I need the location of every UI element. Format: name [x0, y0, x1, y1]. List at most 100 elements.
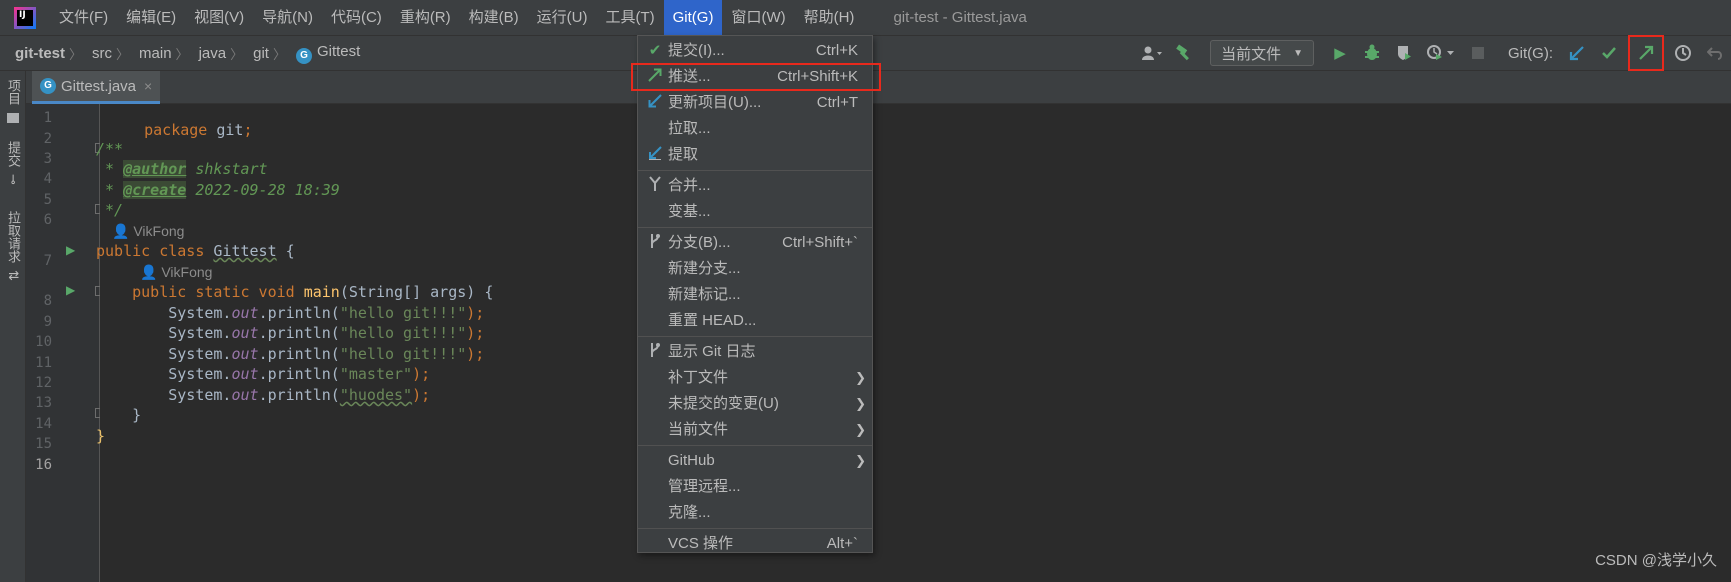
git-push-icon[interactable] — [1628, 35, 1664, 71]
menu-item-label: 更新项目(U)... — [668, 94, 762, 111]
menu-item-rebase[interactable]: 变基... — [638, 199, 872, 225]
main-menu-bar: IJ 文件(F) 编辑(E) 视图(V) 导航(N) 代码(C) 重构(R) 构… — [0, 0, 1731, 35]
line-number: 6 — [43, 212, 52, 228]
menu-separator — [638, 336, 872, 337]
menu-item-label: 提取 — [668, 146, 699, 163]
menu-code[interactable]: 代码(C) — [322, 0, 391, 35]
menu-git[interactable]: Git(G) — [663, 0, 723, 35]
menu-item-manage-remotes[interactable]: 管理远程... — [638, 474, 872, 500]
author-inlay-hint[interactable]: 👤 VikFong — [112, 220, 184, 242]
menu-item-shortcut: Ctrl+Shift+` — [782, 234, 858, 251]
run-class-gutter-icon[interactable]: ▶ — [66, 239, 75, 261]
code-text: System. — [96, 386, 232, 404]
rollback-icon[interactable] — [1702, 40, 1728, 66]
git-update-icon[interactable] — [1564, 40, 1590, 66]
menu-item-show-git-log[interactable]: 显示 Git 日志 — [638, 339, 872, 365]
breadcrumb-main[interactable]: main — [129, 45, 176, 62]
run-configuration-select[interactable]: 当前文件 ▼ — [1210, 40, 1314, 66]
profile-icon[interactable] — [1423, 40, 1459, 66]
folder-icon — [7, 112, 19, 123]
menu-item-push[interactable]: 推送... Ctrl+Shift+K — [631, 63, 881, 91]
code-line-3: /** — [96, 138, 123, 160]
build-hammer-icon[interactable] — [1171, 40, 1197, 66]
doc-comment: /** — [96, 140, 124, 158]
menu-item-label: 克隆... — [668, 504, 711, 521]
run-icon[interactable]: ▶ — [1327, 40, 1353, 66]
tab-label: Gittest.java — [61, 77, 137, 95]
commit-tool-label: 提交 — [6, 140, 21, 167]
menu-window[interactable]: 窗口(W) — [722, 0, 794, 35]
breadcrumb-file[interactable]: G Gittest — [286, 43, 364, 64]
menu-view[interactable]: 视图(V) — [185, 0, 253, 35]
menu-item-github[interactable]: GitHub ❯ — [638, 448, 872, 474]
menu-build[interactable]: 构建(B) — [460, 0, 528, 35]
menu-refactor[interactable]: 重构(R) — [391, 0, 460, 35]
menu-item-pull[interactable]: 拉取... — [638, 116, 872, 142]
fetch-icon — [647, 142, 663, 168]
doc-comment: shkstart — [186, 160, 268, 178]
menu-navigate[interactable]: 导航(N) — [253, 0, 322, 35]
history-icon[interactable] — [1670, 40, 1696, 66]
breadcrumb-project[interactable]: git-test — [0, 45, 69, 62]
project-tool-button[interactable]: 项目 — [0, 75, 26, 127]
code-line-6: */ — [96, 199, 123, 221]
menu-item-merge[interactable]: 合并... — [638, 173, 872, 199]
breadcrumb-separator-icon: 〉 — [116, 46, 130, 62]
menu-item-label: 变基... — [668, 203, 711, 220]
breadcrumb-separator-icon: 〉 — [175, 46, 189, 62]
menu-item-label: 分支(B)... — [668, 234, 731, 251]
brace: } — [96, 427, 106, 445]
line-number: 14 — [35, 416, 52, 432]
menu-run[interactable]: 运行(U) — [528, 0, 597, 35]
string-literal: "hello git!!!" — [339, 324, 467, 342]
debug-icon[interactable] — [1359, 40, 1385, 66]
code-text: ); — [466, 345, 485, 363]
menu-tools[interactable]: 工具(T) — [596, 0, 663, 35]
pull-requests-tool-button[interactable]: 拉取请求 ⇅ — [0, 201, 26, 291]
menu-item-update-project[interactable]: 更新项目(U)... Ctrl+T — [638, 90, 872, 116]
code-text: .println( — [258, 365, 340, 383]
menu-item-fetch[interactable]: 提取 — [638, 142, 872, 168]
code-line-11: System.out.println("hello git!!!"); — [96, 343, 484, 365]
code-editor[interactable]: package git; /** * @author shkstart * @c… — [96, 104, 1731, 582]
menu-file[interactable]: 文件(F) — [50, 0, 117, 35]
code-line-5: * @create 2022-09-28 18:39 — [96, 179, 340, 201]
menu-item-clone[interactable]: 克隆... — [638, 500, 872, 526]
run-configuration-label: 当前文件 — [1221, 45, 1282, 63]
menu-item-current-file[interactable]: 当前文件 ❯ — [638, 417, 872, 443]
code-line-10: System.out.println("hello git!!!"); — [96, 322, 484, 344]
breadcrumb-src[interactable]: src — [82, 45, 116, 62]
coverage-icon[interactable] — [1391, 40, 1417, 66]
menu-item-vcs-operations[interactable]: VCS 操作 Alt+` — [638, 531, 872, 557]
package-name: git — [207, 121, 244, 139]
field: out — [231, 386, 259, 404]
chevron-right-icon: ❯ — [855, 396, 866, 411]
menu-item-reset-head[interactable]: 重置 HEAD... — [638, 308, 872, 334]
menu-item-commit[interactable]: ✔ 提交(I)... Ctrl+K — [638, 38, 872, 64]
breadcrumb-separator-icon: 〉 — [272, 46, 286, 62]
author-icon: 👤 — [140, 264, 162, 280]
run-main-gutter-icon[interactable]: ▶ — [66, 279, 75, 301]
doc-comment: * — [96, 181, 124, 199]
breadcrumb-java[interactable]: java — [189, 45, 231, 62]
stop-icon[interactable] — [1465, 40, 1491, 66]
menu-help[interactable]: 帮助(H) — [795, 0, 864, 35]
doc-comment: 2022-09-28 18:39 — [186, 181, 340, 199]
menu-edit[interactable]: 编辑(E) — [117, 0, 185, 35]
user-icon[interactable] — [1139, 40, 1165, 66]
menu-item-new-tag[interactable]: 新建标记... — [638, 282, 872, 308]
code-text: System. — [96, 324, 232, 342]
author-icon: 👤 — [112, 223, 134, 239]
breadcrumb-file-label: Gittest — [316, 42, 361, 60]
commit-tool-button[interactable]: 提交 ⊸ — [0, 137, 26, 189]
menu-item-shortcut: Ctrl+Shift+K — [777, 68, 858, 85]
menu-item-new-branch[interactable]: 新建分支... — [638, 256, 872, 282]
close-icon[interactable]: × — [144, 78, 152, 94]
menu-item-uncommitted-changes[interactable]: 未提交的变更(U) ❯ — [638, 391, 872, 417]
pull-request-icon: ⇅ — [6, 270, 21, 282]
menu-item-branches[interactable]: 分支(B)... Ctrl+Shift+` — [638, 230, 872, 256]
menu-item-patch[interactable]: 补丁文件 ❯ — [638, 365, 872, 391]
git-commit-icon[interactable] — [1596, 40, 1622, 66]
breadcrumb-git[interactable]: git — [243, 45, 273, 62]
author-inlay-hint[interactable]: 👤 VikFong — [140, 261, 212, 283]
